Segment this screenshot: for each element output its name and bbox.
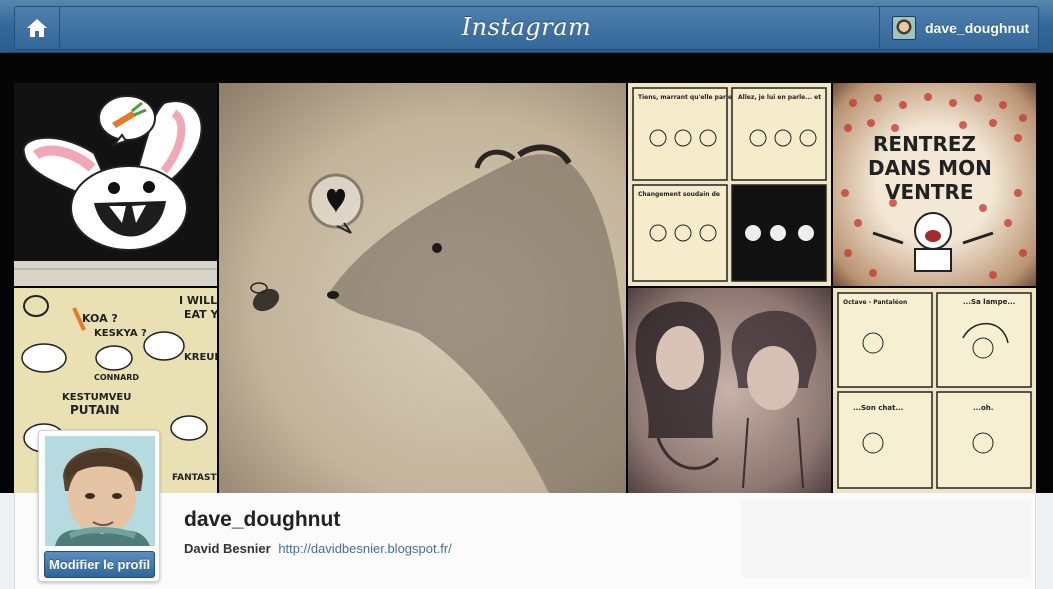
cover-photo-bunny[interactable] xyxy=(14,83,217,286)
doodle-text-koa: KOA ? xyxy=(82,312,118,325)
cover-photo-bear-and-bee[interactable] xyxy=(219,83,626,493)
rentrez-illustration: RENTREZ DANS MON VENTRE xyxy=(841,93,1027,279)
doodle-text-eat-you: EAT YOU xyxy=(184,308,217,321)
doodle-text-kestumveu: KESTUMVEU xyxy=(62,392,131,403)
cover-photo-rentrez-dans-mon-ventre[interactable]: RENTREZ DANS MON VENTRE xyxy=(833,83,1036,286)
bunny-illustration xyxy=(14,95,217,286)
doodle-text-kreuh: KREUH xyxy=(184,352,217,363)
user-avatar-small xyxy=(892,16,916,40)
profile-portrait xyxy=(45,436,155,546)
profile-username: dave_doughnut xyxy=(184,508,341,531)
comic-strip-2: Octave - Pantaléon ...Sa lampe... ...Son… xyxy=(837,292,1032,489)
nav-username: dave_doughnut xyxy=(925,20,1030,36)
profile-picture[interactable] xyxy=(45,436,155,546)
doodle-text-i-will: I WILL xyxy=(179,294,217,307)
profile-picture-card: Modifier le profil xyxy=(38,430,160,582)
comic-text-1: Tiens, marrant qu'elle parle xyxy=(638,94,732,101)
profile-stats-panel xyxy=(741,500,1031,578)
cover-photo-portraits[interactable] xyxy=(628,288,831,493)
doodle-text-putain: PUTAIN xyxy=(70,403,120,417)
cover-photo-comic-strip-2[interactable]: Octave - Pantaléon ...Sa lampe... ...Son… xyxy=(833,288,1036,493)
comic2-text-4: ...oh. xyxy=(973,404,993,412)
bear-sketch xyxy=(250,144,626,493)
profile-website-link[interactable]: http://davidbesnier.blogspot.fr/ xyxy=(278,541,451,556)
comic-text-2: Allez, je lui en parle... et xyxy=(738,94,821,101)
comic-text-3: Changement soudain de xyxy=(638,191,720,198)
profile-full-name: David Besnier xyxy=(184,541,271,556)
profile-bio: David Besnier http://davidbesnier.blogsp… xyxy=(184,541,452,556)
doodle-text-connard: CONNARD xyxy=(94,373,139,382)
comic-strip-1: Tiens, marrant qu'elle parle Allez, je l… xyxy=(632,87,827,282)
comic2-text-2: ...Sa lampe... xyxy=(963,298,1015,306)
rentrez-line-3: VENTRE xyxy=(885,180,974,204)
comic2-text-1: Octave - Pantaléon xyxy=(843,299,907,306)
cover-photo-comic-strip-1[interactable]: Tiens, marrant qu'elle parle Allez, je l… xyxy=(628,83,831,286)
rentrez-line-2: DANS MON xyxy=(868,156,992,180)
profile-cover-collage: KOA ? KESKYA ? I WILL EAT YOU KREUH CONN… xyxy=(0,53,1053,493)
doodle-text-fantastique: FANTASTIQUE xyxy=(172,473,217,483)
comic2-text-3: ...Son chat... xyxy=(853,404,903,412)
doodle-text-keskya: KESKYA ? xyxy=(94,328,147,339)
edit-profile-button[interactable]: Modifier le profil xyxy=(44,551,155,578)
user-menu-button[interactable]: dave_doughnut xyxy=(879,6,1039,50)
portraits-sketch xyxy=(635,301,817,489)
rentrez-line-1: RENTREZ xyxy=(873,132,976,156)
